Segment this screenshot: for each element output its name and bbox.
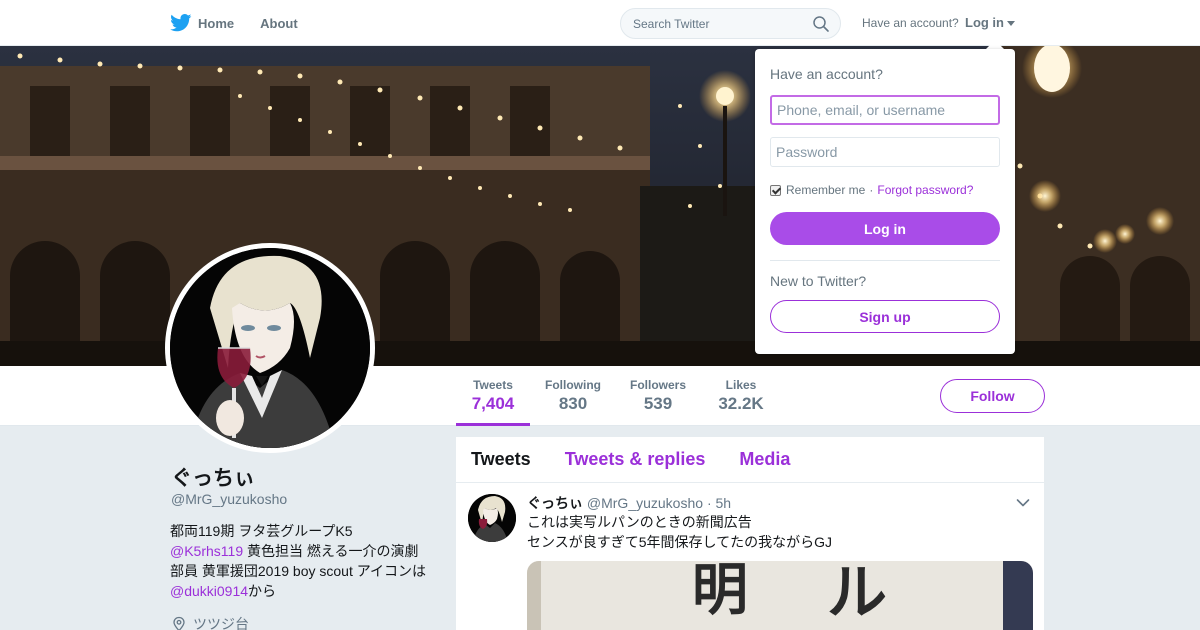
newspaper-photo: 明 ル bbox=[527, 561, 1033, 630]
stat-following[interactable]: Following 830 bbox=[540, 366, 606, 426]
tweet-timestamp[interactable]: 5h bbox=[716, 495, 732, 511]
profile-name[interactable]: ぐっちぃ bbox=[171, 462, 255, 492]
nav-left: Home About bbox=[170, 0, 324, 46]
stat-tweets-label: Tweets bbox=[473, 378, 513, 392]
profile-avatar-frame[interactable] bbox=[165, 243, 375, 453]
avatar-illustration bbox=[170, 248, 370, 448]
stat-followers-label: Followers bbox=[629, 378, 686, 392]
remember-me-checkbox[interactable] bbox=[770, 184, 781, 196]
have-account-text: Have an account? bbox=[862, 16, 959, 30]
tweet-header: ぐっちぃ @MrG_yuzukosho · 5h bbox=[527, 493, 731, 513]
follow-button[interactable]: Follow bbox=[940, 379, 1045, 413]
stat-following-value: 830 bbox=[558, 394, 588, 413]
timeline: Tweets Tweets & replies Media ぐっちぃ @MrG_… bbox=[456, 437, 1044, 630]
login-dropdown: Have an account? Remember me · Forgot pa… bbox=[755, 49, 1015, 354]
bio-text-3: から bbox=[248, 583, 277, 599]
tweet-author-handle[interactable]: @MrG_yuzukosho bbox=[587, 495, 703, 511]
location-pin-icon bbox=[173, 616, 185, 630]
stat-tweets-value: 7,404 bbox=[471, 394, 515, 413]
avatar bbox=[170, 248, 370, 448]
stat-likes-label: Likes bbox=[725, 378, 757, 392]
tab-tweets[interactable]: Tweets bbox=[471, 449, 531, 470]
tweet[interactable]: ぐっちぃ @MrG_yuzukosho · 5h これは実写ルパンのときの新聞広… bbox=[456, 484, 1044, 630]
stat-likes-value: 32.2K bbox=[718, 394, 764, 413]
dropdown-title: Have an account? bbox=[770, 66, 883, 82]
stat-following-label: Following bbox=[545, 378, 601, 392]
twitter-bird-icon bbox=[170, 14, 192, 32]
login-button[interactable]: Log in bbox=[770, 212, 1000, 245]
tab-tweets-and-replies[interactable]: Tweets & replies bbox=[565, 449, 706, 470]
new-to-twitter-text: New to Twitter? bbox=[770, 273, 867, 289]
newspaper-glyph: ル bbox=[827, 561, 887, 628]
nav-home-link[interactable]: Home bbox=[170, 14, 234, 32]
tweet-media-image[interactable]: 明 ル bbox=[527, 561, 1033, 630]
search-input[interactable] bbox=[633, 9, 803, 38]
dropdown-arrow bbox=[986, 40, 1004, 49]
tweet-text: これは実写ルパンのときの新聞広告 センスが良すぎて5年間保存してたの我ながらGJ bbox=[527, 512, 832, 552]
login-dropdown-toggle[interactable]: Log in bbox=[965, 15, 1015, 30]
nav-home-label: Home bbox=[198, 15, 235, 31]
tab-media[interactable]: Media bbox=[739, 449, 790, 470]
remember-me-label[interactable]: Remember me bbox=[786, 183, 865, 197]
search-icon[interactable] bbox=[812, 15, 830, 33]
login-toggle-label: Log in bbox=[965, 15, 1004, 30]
location-text: ツツジ台 bbox=[193, 616, 249, 630]
caret-down-icon bbox=[1007, 20, 1015, 26]
password-field[interactable] bbox=[770, 137, 1000, 167]
top-navigation: Home About Have an account? Log in bbox=[0, 0, 1200, 46]
stat-likes[interactable]: Likes 32.2K bbox=[710, 366, 772, 426]
chevron-down-icon[interactable] bbox=[1016, 498, 1030, 508]
bio-line-1: 都両119期 ヲタ芸グループK5 bbox=[170, 523, 353, 539]
forgot-password-link[interactable]: Forgot password? bbox=[877, 183, 973, 197]
tweet-avatar-image bbox=[468, 494, 516, 542]
profile-bio: 都両119期 ヲタ芸グループK5 @K5rhs119 黄色担当 燃える一介の演劇… bbox=[170, 521, 430, 601]
stat-followers[interactable]: Followers 539 bbox=[624, 366, 692, 426]
remember-separator: · bbox=[869, 183, 874, 197]
remember-row: Remember me · Forgot password? bbox=[770, 183, 973, 197]
tweet-separator: · bbox=[706, 495, 712, 511]
timeline-tabs: Tweets Tweets & replies Media bbox=[456, 437, 1044, 483]
tweet-text-line-1: これは実写ルパンのときの新聞広告 bbox=[527, 514, 752, 530]
dropdown-divider bbox=[770, 260, 1000, 261]
tweet-avatar[interactable] bbox=[468, 494, 516, 542]
tweet-author-name[interactable]: ぐっちぃ bbox=[527, 495, 583, 511]
tweet-text-line-2: センスが良すぎて5年間保存してたの我ながらGJ bbox=[527, 534, 832, 550]
profile-handle[interactable]: @MrG_yuzukosho bbox=[171, 491, 287, 507]
signup-button[interactable]: Sign up bbox=[770, 300, 1000, 333]
nav-about-link[interactable]: About bbox=[260, 16, 298, 31]
newspaper-glyph: 明 bbox=[692, 561, 748, 623]
profile-location: ツツジ台 bbox=[171, 614, 249, 630]
bio-mention-link[interactable]: @K5rhs119 bbox=[170, 543, 243, 559]
stat-followers-value: 539 bbox=[643, 394, 673, 413]
username-field[interactable] bbox=[770, 95, 1000, 125]
bio-mention-link[interactable]: @dukki0914 bbox=[170, 583, 248, 599]
search-box bbox=[620, 8, 841, 39]
stat-tweets[interactable]: Tweets 7,404 bbox=[456, 366, 530, 426]
